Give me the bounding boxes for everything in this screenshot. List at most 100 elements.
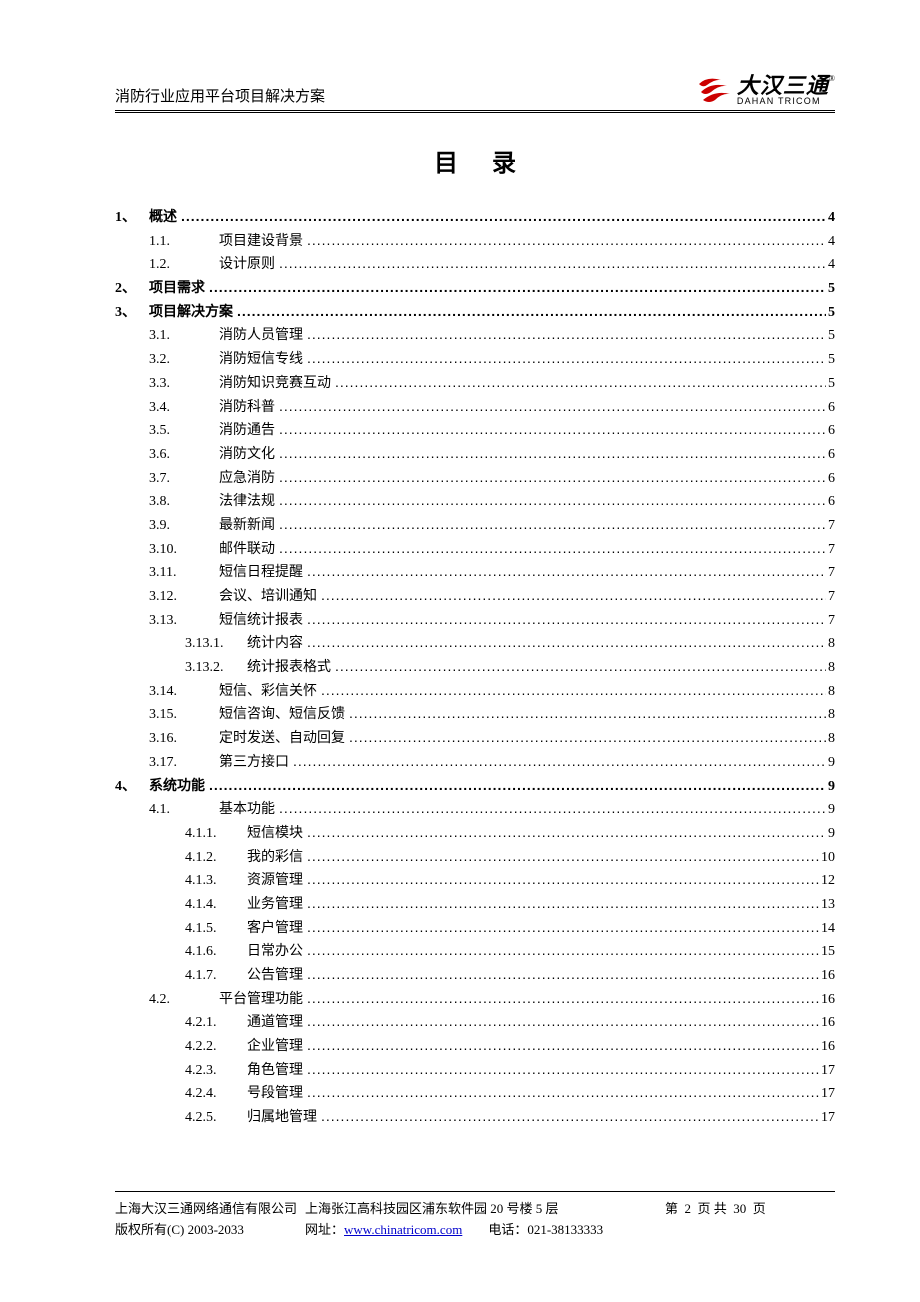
toc-number: 3.4. xyxy=(149,397,219,419)
toc-page-number: 9 xyxy=(826,823,835,845)
toc-entry[interactable]: 4.2.2.企业管理16 xyxy=(115,1035,835,1058)
toc-number: 4.2.3. xyxy=(185,1060,247,1082)
toc-item-title: 公告管理 xyxy=(247,965,307,987)
toc-item-title: 项目需求 xyxy=(149,278,209,300)
toc-entry[interactable]: 3.11.短信日程提醒 7 xyxy=(115,561,835,584)
toc-entry[interactable]: 3.9.最新新闻7 xyxy=(115,514,835,537)
toc-entry[interactable]: 2、项目需求5 xyxy=(115,277,835,300)
doc-title: 消防行业应用平台项目解决方案 xyxy=(115,85,325,106)
toc-entry[interactable]: 3.6.消防文化6 xyxy=(115,443,835,466)
toc-item-title: 邮件联动 xyxy=(219,539,279,561)
toc-item-title: 法律法规 xyxy=(219,491,279,513)
toc-page-number: 6 xyxy=(826,397,835,419)
toc-entry[interactable]: 4.1.3.资源管理12 xyxy=(115,869,835,892)
toc-leader-dots xyxy=(307,846,819,868)
toc-entry[interactable]: 3.1.消防人员管理5 xyxy=(115,324,835,347)
toc-entry[interactable]: 3.13.2.统计报表格式8 xyxy=(115,656,835,679)
toc-page-number: 16 xyxy=(819,1012,835,1034)
toc-page-number: 7 xyxy=(826,562,835,584)
toc-entry[interactable]: 4.1.基本功能9 xyxy=(115,798,835,821)
toc-leader-dots xyxy=(307,324,826,346)
toc-entry[interactable]: 4、系统功能9 xyxy=(115,775,835,798)
toc-entry[interactable]: 4.2.平台管理功能16 xyxy=(115,988,835,1011)
toc-item-title: 消防人员管理 xyxy=(219,325,307,347)
toc-number: 4.1. xyxy=(149,799,219,821)
toc-page-number: 12 xyxy=(819,870,835,892)
toc-entry[interactable]: 3.14.短信、彩信关怀8 xyxy=(115,680,835,703)
toc-item-title: 消防短信专线 xyxy=(219,349,307,371)
toc-entry[interactable]: 3.8.法律法规6 xyxy=(115,490,835,513)
toc-leader-dots xyxy=(307,632,826,654)
registered-mark: ® xyxy=(829,74,835,83)
toc-number: 4.1.6. xyxy=(185,941,247,963)
toc-page-number: 8 xyxy=(826,704,835,726)
toc-entry[interactable]: 3、项目解决方案5 xyxy=(115,301,835,324)
toc-entry[interactable]: 3.7.应急消防6 xyxy=(115,467,835,490)
toc-item-title: 短信日程提醒 xyxy=(219,562,307,584)
logo-en-text: DAHAN TRICOM xyxy=(737,97,821,106)
toc-entry[interactable]: 3.17.第三方接口9 xyxy=(115,751,835,774)
toc-entry[interactable]: 4.1.7.公告管理16 xyxy=(115,964,835,987)
toc-entry[interactable]: 3.13.1.统计内容8 xyxy=(115,632,835,655)
toc-page-number: 8 xyxy=(826,681,835,703)
toc-item-title: 号段管理 xyxy=(247,1083,307,1105)
toc-leader-dots xyxy=(307,988,819,1010)
toc-page-number: 17 xyxy=(819,1060,835,1082)
toc-page-number: 6 xyxy=(826,420,835,442)
toc-number: 3.17. xyxy=(149,752,219,774)
toc-item-title: 定时发送、自动回复 xyxy=(219,728,349,750)
toc-item-title: 消防通告 xyxy=(219,420,279,442)
toc-item-title: 概述 xyxy=(149,207,181,229)
toc-entry[interactable]: 3.13.短信统计报表7 xyxy=(115,609,835,632)
toc-entry[interactable]: 4.2.4.号段管理17 xyxy=(115,1082,835,1105)
toc-item-title: 资源管理 xyxy=(247,870,307,892)
toc-entry[interactable]: 4.1.1.短信模块9 xyxy=(115,822,835,845)
toc-item-title: 最新新闻 xyxy=(219,515,279,537)
toc-item-title: 会议、培训通知 xyxy=(219,586,321,608)
toc-leader-dots xyxy=(181,206,826,228)
toc-page-number: 4 xyxy=(826,207,835,229)
toc-entry[interactable]: 4.1.2.我的彩信10 xyxy=(115,846,835,869)
toc-leader-dots xyxy=(321,1106,819,1128)
toc-item-title: 客户管理 xyxy=(247,918,307,940)
toc-entry[interactable]: 3.2.消防短信专线5 xyxy=(115,348,835,371)
toc-leader-dots xyxy=(335,372,826,394)
toc-page-number: 10 xyxy=(819,847,835,869)
footer-url: 网址：www.chinatricom.com 电话：021-38133333 xyxy=(305,1219,665,1238)
toc-page-number: 15 xyxy=(819,941,835,963)
toc-page-number: 13 xyxy=(819,894,835,916)
toc-leader-dots xyxy=(293,751,826,773)
toc-number: 3.9. xyxy=(149,515,219,537)
toc-leader-dots xyxy=(279,490,826,512)
toc-entry[interactable]: 1.1.项目建设背景4 xyxy=(115,230,835,253)
toc-number: 1.2. xyxy=(149,254,219,276)
toc-entry[interactable]: 4.2.5.归属地管理17 xyxy=(115,1106,835,1129)
toc-entry[interactable]: 4.2.3.角色管理 17 xyxy=(115,1059,835,1082)
toc-item-title: 角色管理 xyxy=(247,1060,307,1082)
toc-entry[interactable]: 4.1.4.业务管理13 xyxy=(115,893,835,916)
toc-number: 3.11. xyxy=(149,562,219,584)
toc-number: 4、 xyxy=(115,776,149,798)
toc-entry[interactable]: 3.4.消防科普6 xyxy=(115,396,835,419)
toc-item-title: 短信统计报表 xyxy=(219,610,307,632)
toc-entry[interactable]: 3.12.会议、培训通知7 xyxy=(115,585,835,608)
toc-entry[interactable]: 3.16.定时发送、自动回复8 xyxy=(115,727,835,750)
toc-number: 3.13. xyxy=(149,610,219,632)
toc-leader-dots xyxy=(279,253,826,275)
toc-entry[interactable]: 1、概述4 xyxy=(115,206,835,229)
toc-entry[interactable]: 3.10.邮件联动7 xyxy=(115,538,835,561)
website-link[interactable]: www.chinatricom.com xyxy=(344,1222,462,1237)
page-footer: 上海大汉三通网络通信有限公司 上海张江高科技园区浦东软件园 20 号楼 5 层 … xyxy=(115,1191,835,1240)
toc-entry[interactable]: 1.2.设计原则4 xyxy=(115,253,835,276)
toc-entry[interactable]: 4.1.5.客户管理14 xyxy=(115,917,835,940)
toc-entry[interactable]: 4.2.1.通道管理16 xyxy=(115,1011,835,1034)
toc-item-title: 消防知识竞赛互动 xyxy=(219,373,335,395)
toc-item-title: 日常办公 xyxy=(247,941,307,963)
toc-item-title: 项目建设背景 xyxy=(219,231,307,253)
toc-entry[interactable]: 3.3.消防知识竞赛互动5 xyxy=(115,372,835,395)
toc-entry[interactable]: 3.5.消防通告6 xyxy=(115,419,835,442)
toc-entry[interactable]: 4.1.6.日常办公 15 xyxy=(115,940,835,963)
toc-page-number: 5 xyxy=(826,278,835,300)
toc-entry[interactable]: 3.15.短信咨询、短信反馈8 xyxy=(115,703,835,726)
toc-item-title: 项目解决方案 xyxy=(149,302,237,324)
